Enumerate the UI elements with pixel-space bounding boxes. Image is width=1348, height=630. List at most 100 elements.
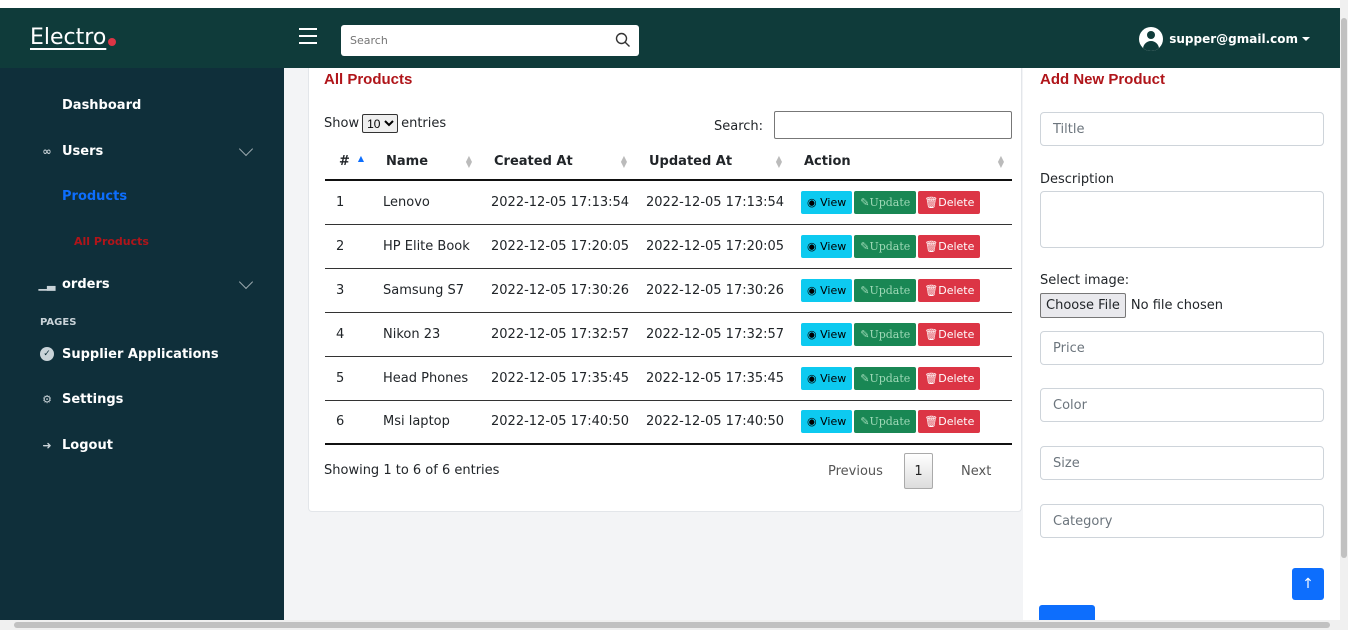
sidebar-item-label: Supplier Applications	[62, 346, 219, 362]
description-field[interactable]	[1040, 191, 1324, 248]
sidebar-item-products[interactable]: Products	[62, 186, 127, 206]
products-card: All Products Show 10 entries Search: # ▲ …	[308, 68, 1022, 512]
scrollbar-thumb[interactable]	[14, 622, 1330, 628]
brand-logo[interactable]: Electro	[30, 25, 117, 50]
add-product-panel: Add New Product Tiltle Description Selec…	[1023, 68, 1340, 620]
table-row: 3 Samsung S7 2022-12-05 17:30:26 2022-12-05…	[325, 268, 1012, 313]
menu-toggle-icon[interactable]	[299, 28, 317, 44]
view-button[interactable]: ◉ View	[801, 234, 853, 258]
top-strip	[0, 0, 1340, 8]
update-button[interactable]: ✎Update	[854, 366, 917, 390]
sidebar-item-label: Products	[62, 188, 128, 204]
sidebar-item-orders[interactable]: ▁▃ orders	[38, 274, 110, 294]
sidebar-item-label: orders	[62, 276, 110, 292]
sort-asc-icon: ▲	[357, 154, 364, 163]
brand-name: Electro	[30, 25, 107, 50]
sidebar-item-label: Settings	[62, 391, 124, 407]
column-header-updated[interactable]: Updated At ▲ ▼	[635, 144, 790, 181]
products-title: All Products	[324, 71, 413, 88]
caret-down-icon	[1302, 37, 1310, 41]
update-button[interactable]: ✎Update	[854, 410, 917, 434]
sidebar-item-dashboard[interactable]: Dashboard	[40, 95, 141, 115]
file-input[interactable]: Choose File No file chosen	[1040, 293, 1223, 318]
header-search	[341, 25, 639, 56]
sidebar-item-logout[interactable]: ➜ Logout	[40, 435, 113, 455]
table-info: Showing 1 to 6 of 6 entries	[324, 463, 500, 478]
update-button[interactable]: ✎Update	[854, 190, 917, 214]
sort-icon: ▲ ▼	[775, 154, 782, 169]
title-field[interactable]: Tiltle	[1040, 112, 1324, 146]
dashboard-icon	[40, 98, 54, 112]
pagination-next[interactable]: Next	[961, 453, 991, 489]
update-button[interactable]: ✎Update	[854, 322, 917, 346]
sort-icon: ▲ ▼	[997, 154, 1004, 169]
column-header-name[interactable]: Name ▲ ▼	[372, 144, 480, 181]
logout-icon: ➜	[42, 438, 52, 452]
scroll-to-top-button[interactable]: ↑	[1292, 568, 1324, 600]
submit-button[interactable]	[1039, 605, 1095, 620]
pagination-page[interactable]: 1	[904, 453, 933, 489]
column-header-created[interactable]: Created At ▲ ▼	[480, 144, 635, 181]
horizontal-scrollbar[interactable]	[0, 620, 1348, 630]
table-row: 2 HP Elite Book 2022-12-05 17:20:05 2022-12…	[325, 224, 1012, 269]
chevron-down-icon[interactable]	[238, 274, 254, 290]
update-button[interactable]: ✎Update	[854, 278, 917, 302]
delete-button[interactable]: 🗑Delete	[918, 322, 981, 346]
delete-button[interactable]: 🗑Delete	[918, 278, 981, 302]
vertical-scrollbar[interactable]	[1340, 0, 1348, 620]
file-status: No file chosen	[1130, 298, 1223, 313]
sort-icon: ▲ ▼	[620, 154, 627, 169]
view-button[interactable]: ◉ View	[801, 190, 853, 214]
table-row: 1 Lenovo 2022-12-05 17:13:54 2022-12-05 17:…	[325, 180, 1012, 225]
entries-label: entries	[401, 116, 447, 131]
sidebar-item-settings[interactable]: ⚙ Settings	[40, 389, 123, 409]
avatar-icon	[1139, 27, 1164, 51]
sort-icon: ▲ ▼	[465, 154, 472, 169]
user-email: supper@gmail.com	[1169, 32, 1298, 46]
bar-chart-icon: ▁▃	[38, 277, 56, 291]
image-label: Select image:	[1040, 273, 1130, 288]
search-icon[interactable]	[615, 32, 631, 48]
size-field[interactable]: Size	[1040, 446, 1324, 480]
view-button[interactable]: ◉ View	[801, 366, 853, 390]
update-button[interactable]: ✎Update	[854, 234, 917, 258]
table-row: 6 Msi laptop 2022-12-05 17:40:50 2022-12-05…	[325, 400, 1012, 445]
category-field[interactable]: Category	[1040, 504, 1324, 538]
top-navbar: Electro supper@gmail.com	[0, 8, 1340, 68]
sidebar-item-supplier-applications[interactable]: ✓ Supplier Applications	[40, 344, 219, 364]
delete-button[interactable]: 🗑Delete	[918, 410, 981, 434]
view-button[interactable]: ◉ View	[801, 410, 853, 434]
sidebar-item-users[interactable]: ∞ Users	[40, 141, 103, 161]
sidebar-item-label: Users	[62, 143, 104, 159]
price-field[interactable]: Price	[1040, 331, 1324, 365]
table-search-label: Search:	[714, 119, 764, 134]
delete-button[interactable]: 🗑Delete	[918, 190, 981, 214]
scrollbar-thumb[interactable]	[1341, 18, 1347, 558]
users-icon: ∞	[42, 144, 52, 158]
entries-length: Show 10 entries	[324, 114, 446, 133]
delete-button[interactable]: 🗑Delete	[918, 234, 981, 258]
table-search-input[interactable]	[774, 111, 1012, 139]
pagination-previous[interactable]: Previous	[828, 453, 883, 489]
view-button[interactable]: ◉ View	[801, 278, 853, 302]
header-search-input[interactable]	[341, 25, 591, 56]
column-header-id[interactable]: # ▲	[325, 144, 372, 181]
chevron-down-icon[interactable]	[238, 141, 254, 157]
view-button[interactable]: ◉ View	[801, 322, 853, 346]
check-circle-icon: ✓	[40, 347, 54, 361]
color-field[interactable]: Color	[1040, 388, 1324, 422]
sidebar-item-label: Dashboard	[62, 97, 142, 113]
sidebar-item-all-products[interactable]: All Products	[74, 231, 149, 251]
products-table: # ▲ Name ▲ ▼ Created At ▲ ▼ Updated At ▲ ▼ Acti…	[325, 144, 1012, 445]
table-row: 5 Head Phones 2022-12-05 17:35:45 2022-12-0…	[325, 356, 1012, 401]
choose-file-button[interactable]: Choose File	[1040, 293, 1126, 318]
delete-button[interactable]: 🗑Delete	[918, 366, 981, 390]
user-menu[interactable]: supper@gmail.com	[1139, 24, 1310, 54]
entries-select[interactable]: 10	[362, 114, 399, 133]
description-label: Description	[1040, 172, 1115, 187]
sidebar-item-label: Logout	[62, 437, 113, 453]
table-row: 4 Nikon 23 2022-12-05 17:32:57 2022-12-05 1…	[325, 312, 1012, 357]
sidebar-section-label: PAGES	[40, 317, 77, 328]
column-header-action[interactable]: Action ▲ ▼	[790, 144, 1012, 181]
show-label: Show	[324, 116, 360, 131]
